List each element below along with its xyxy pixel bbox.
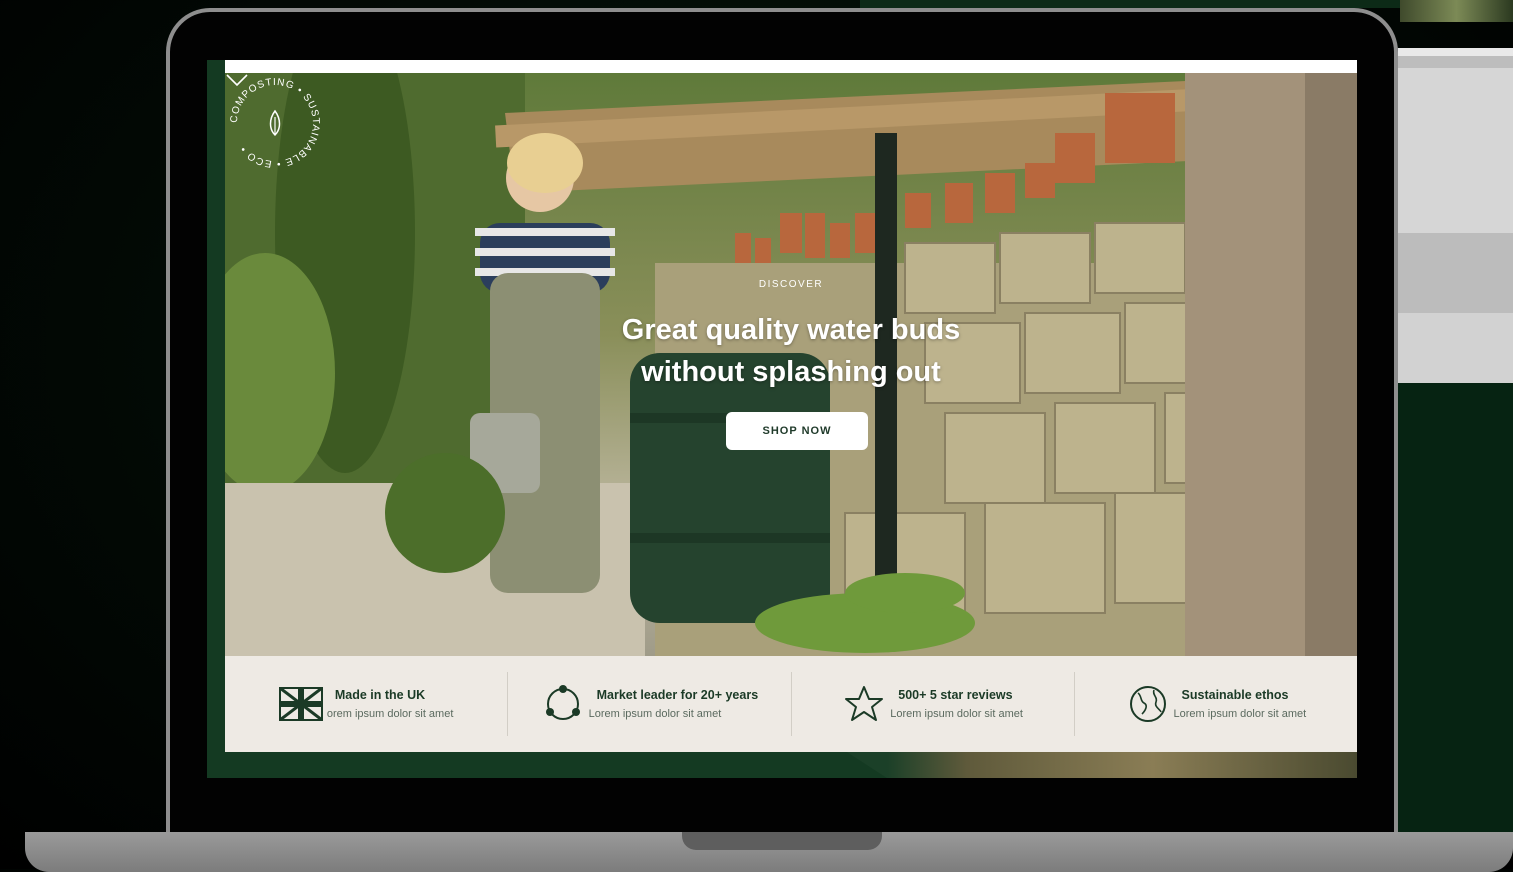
hero-eyebrow: DISCOVER — [758, 279, 824, 290]
eco-badge-icon: COMPOSTING • SUSTAINABLE • ECO • — [229, 77, 320, 169]
site-header-bar — [225, 60, 1357, 73]
trust-title: Market leader for 20+ years — [596, 688, 759, 702]
shop-now-button[interactable]: SHOP NOW — [726, 412, 868, 450]
hero-headline: Great quality water buds without splashi… — [225, 309, 1357, 393]
trust-title: 500+ 5 star reviews — [898, 688, 1013, 702]
trust-subtitle: orem ipsum dolor sit amet — [326, 708, 454, 720]
background-photo-strip — [1400, 0, 1513, 22]
cycle-icon — [541, 684, 585, 724]
globe-icon — [1126, 684, 1170, 724]
trust-subtitle: Lorem ipsum dolor sit amet — [588, 708, 722, 720]
trust-subtitle: Lorem ipsum dolor sit amet — [890, 708, 1023, 720]
trust-item-reviews: 500+ 5 star reviews Lorem ipsum dolor si… — [792, 672, 1075, 736]
laptop-notch — [682, 832, 882, 850]
chevron-down-icon[interactable] — [225, 73, 249, 87]
laptop-screen: COMPOSTING • SUSTAINABLE • ECO • DISCOVE… — [207, 60, 1357, 778]
trust-item-made-in-uk: Made in the UK orem ipsum dolor sit amet — [225, 672, 509, 736]
trust-bar: Made in the UK orem ipsum dolor sit amet… — [225, 656, 1357, 752]
trust-title: Made in the UK — [334, 688, 426, 702]
next-section-preview — [847, 752, 1357, 778]
trust-title: Sustainable ethos — [1181, 688, 1289, 702]
trust-item-market-leader: Market leader for 20+ years Lorem ipsum … — [508, 672, 792, 736]
background-device-screen — [1396, 48, 1513, 383]
trust-subtitle: Lorem ipsum dolor sit amet — [1173, 708, 1307, 720]
hero-overlay: COMPOSTING • SUSTAINABLE • ECO • DISCOVE… — [225, 73, 1357, 656]
hero-headline-line1: Great quality water buds — [621, 314, 961, 346]
trust-item-sustainable: Sustainable ethos Lorem ipsum dolor sit … — [1075, 672, 1357, 736]
hero-banner: COMPOSTING • SUSTAINABLE • ECO • DISCOVE… — [225, 73, 1357, 656]
background-device-panel — [1396, 383, 1513, 833]
uk-flag-icon — [278, 684, 323, 724]
star-icon — [842, 684, 886, 724]
hero-headline-line2: without splashing out — [641, 356, 941, 388]
